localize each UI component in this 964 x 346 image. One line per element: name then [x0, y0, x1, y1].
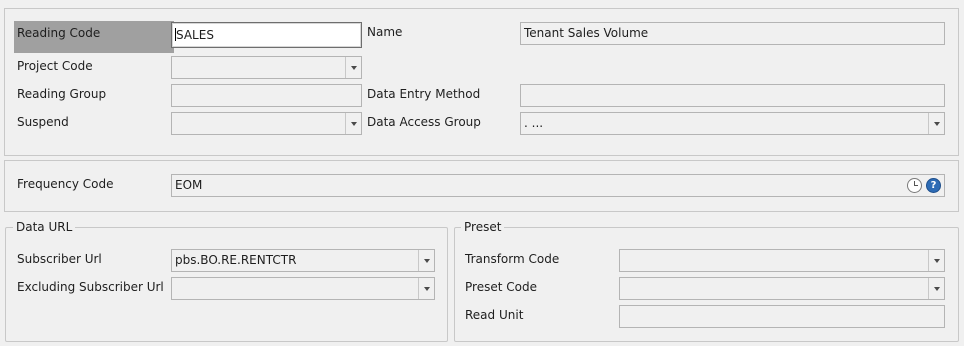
data-url-legend: Data URL [13, 220, 76, 234]
data-access-group-select[interactable]: . ... [520, 112, 945, 135]
subscriber-url-label: Subscriber Url [17, 252, 102, 266]
chevron-down-icon[interactable] [345, 113, 361, 134]
chevron-down-icon[interactable] [928, 113, 944, 134]
subscriber-url-value: pbs.BO.RE.RENTCTR [175, 253, 297, 267]
project-code-label: Project Code [17, 59, 93, 73]
preset-legend: Preset [461, 220, 505, 234]
reading-code-input[interactable]: SALES [171, 22, 362, 48]
chevron-down-icon[interactable] [928, 278, 944, 299]
frequency-code-label: Frequency Code [17, 177, 114, 191]
preset-code-select[interactable] [619, 277, 945, 300]
data-entry-method-input[interactable] [520, 84, 945, 107]
excluding-subscriber-url-label: Excluding Subscriber Url [17, 280, 164, 294]
chevron-down-icon[interactable] [418, 250, 434, 271]
chevron-down-icon[interactable] [418, 278, 434, 299]
name-label: Name [367, 25, 403, 39]
preset-code-label: Preset Code [465, 280, 537, 294]
data-access-group-label: Data Access Group [367, 115, 481, 129]
clock-icon[interactable] [907, 178, 922, 193]
suspend-label: Suspend [17, 115, 69, 129]
project-code-select[interactable] [171, 56, 362, 79]
excluding-subscriber-url-select[interactable] [171, 277, 435, 300]
chevron-down-icon[interactable] [345, 57, 361, 78]
frequency-code-input[interactable]: EOM ? [171, 174, 945, 197]
transform-code-select[interactable] [619, 249, 945, 272]
subscriber-url-select[interactable]: pbs.BO.RE.RENTCTR [171, 249, 435, 272]
transform-code-label: Transform Code [465, 252, 560, 266]
frequency-code-value: EOM [175, 178, 203, 192]
chevron-down-icon[interactable] [928, 250, 944, 271]
data-access-group-value: . ... [524, 116, 544, 130]
data-entry-method-label: Data Entry Method [367, 87, 481, 101]
read-unit-label: Read Unit [465, 308, 524, 322]
reading-group-label: Reading Group [17, 87, 107, 101]
reading-code-value: SALES [176, 28, 214, 42]
help-icon[interactable]: ? [926, 178, 941, 193]
name-value: Tenant Sales Volume [524, 26, 649, 40]
reading-code-label: Reading Code [14, 21, 174, 53]
name-input[interactable]: Tenant Sales Volume [520, 22, 945, 45]
reading-group-input[interactable] [171, 84, 362, 107]
read-unit-input[interactable] [619, 305, 945, 328]
suspend-select[interactable] [171, 112, 362, 135]
